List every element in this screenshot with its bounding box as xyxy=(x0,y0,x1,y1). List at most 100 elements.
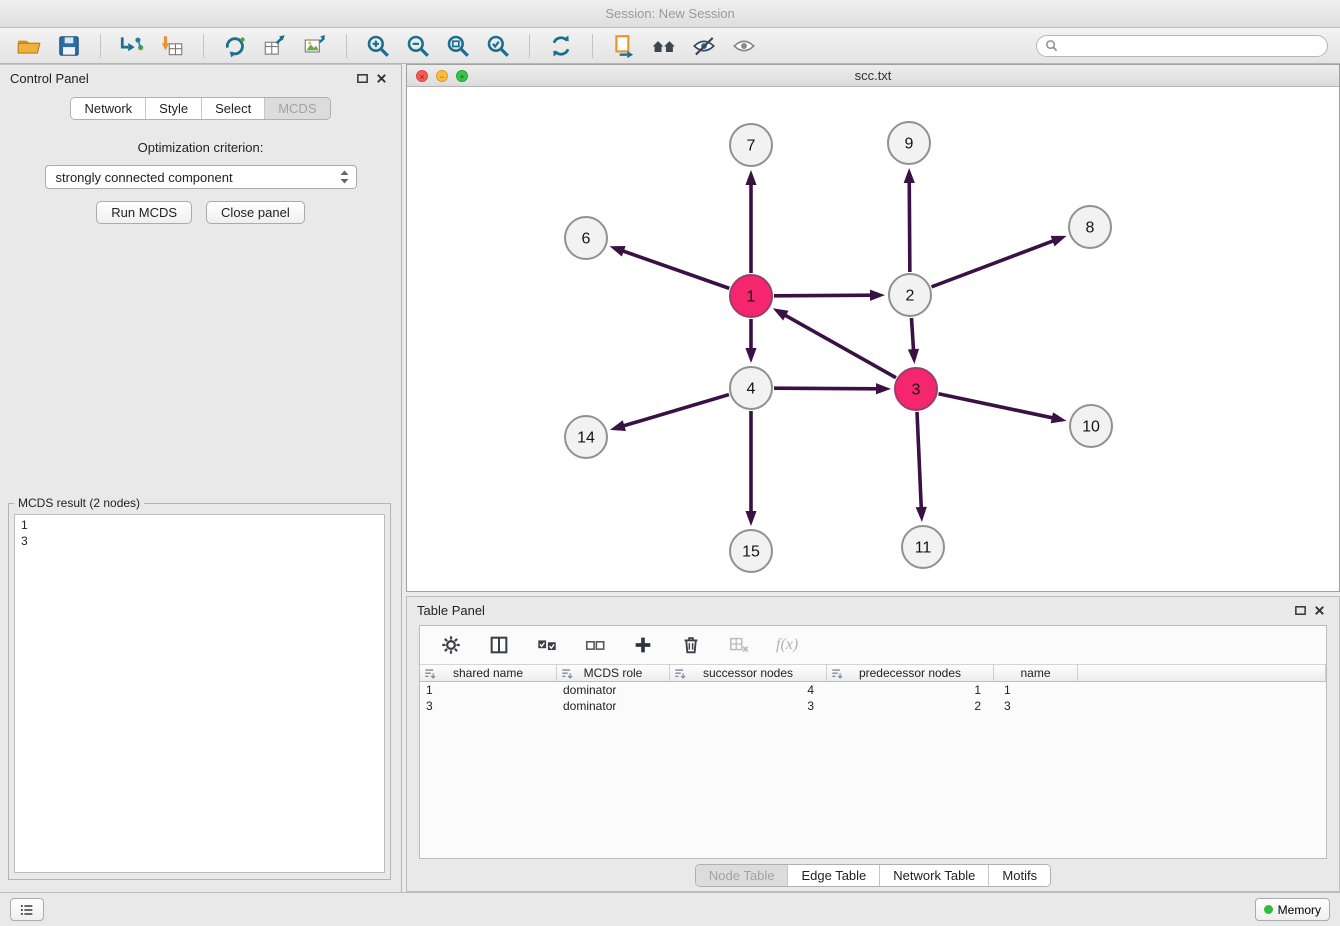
import-table-icon xyxy=(159,33,185,59)
tab-motifs[interactable]: Motifs xyxy=(989,865,1050,886)
column-header-mcds-role[interactable]: MCDS role xyxy=(557,664,670,682)
column-header-successor-nodes[interactable]: successor nodes xyxy=(670,664,827,682)
minimize-window-button[interactable]: − xyxy=(436,70,448,82)
graph-edge-2-9[interactable] xyxy=(909,179,910,272)
graph-edge-1-2[interactable] xyxy=(774,295,874,296)
new-network-button[interactable] xyxy=(218,30,252,62)
open-browser-button[interactable] xyxy=(647,30,681,62)
eye-icon xyxy=(731,33,757,59)
table-header-row: shared name MCDS role successor nodes pr… xyxy=(420,664,1326,682)
graph-arrowhead xyxy=(745,170,756,185)
network-canvas[interactable]: 1234678910111415 xyxy=(407,87,1339,591)
clone-network-icon xyxy=(611,33,637,59)
graph-edge-4-14[interactable] xyxy=(621,395,729,427)
open-session-button[interactable] xyxy=(12,30,46,62)
refresh-layout-button[interactable] xyxy=(544,30,578,62)
sort-icon xyxy=(830,667,844,681)
trash-icon xyxy=(680,634,702,656)
network-graph[interactable]: 1234678910111415 xyxy=(407,87,1339,591)
memory-status-dot xyxy=(1264,905,1273,914)
zoom-fit-button[interactable] xyxy=(441,30,475,62)
graph-node-label: 1 xyxy=(747,289,756,306)
float-panel-button[interactable] xyxy=(353,71,372,86)
graph-edge-3-10[interactable] xyxy=(939,394,1056,419)
task-history-button[interactable] xyxy=(10,898,44,921)
delete-table-icon xyxy=(728,634,750,656)
import-table-button[interactable] xyxy=(155,30,189,62)
close-panel-button[interactable] xyxy=(372,71,391,86)
float-table-panel-button[interactable] xyxy=(1291,603,1310,618)
cell-successor-nodes: 4 xyxy=(670,682,827,698)
export-image-icon xyxy=(302,33,328,59)
import-network-icon xyxy=(119,33,145,59)
control-panel: Control Panel Network Style Select MCDS … xyxy=(0,64,402,892)
save-session-button[interactable] xyxy=(52,30,86,62)
close-window-button[interactable]: × xyxy=(416,70,428,82)
clone-network-button[interactable] xyxy=(607,30,641,62)
show-column-button[interactable] xyxy=(484,629,514,661)
save-icon xyxy=(56,33,82,59)
zoom-out-icon xyxy=(405,33,431,59)
mcds-result-list[interactable]: 1 3 xyxy=(14,514,385,873)
function-builder-button[interactable]: f(x) xyxy=(772,629,802,661)
sort-icon xyxy=(560,667,574,681)
graph-edge-3-1[interactable] xyxy=(782,314,896,378)
table-panel-tabs: Node Table Edge Table Network Table Moti… xyxy=(695,864,1051,887)
network-window-title: scc.txt xyxy=(855,68,892,83)
delete-column-button[interactable] xyxy=(676,629,706,661)
zoom-out-button[interactable] xyxy=(401,30,435,62)
delete-table-button[interactable] xyxy=(724,629,754,661)
graph-edge-3-11[interactable] xyxy=(917,412,921,511)
import-network-button[interactable] xyxy=(115,30,149,62)
hide-graphics-details-button[interactable] xyxy=(687,30,721,62)
zoom-in-button[interactable] xyxy=(361,30,395,62)
tab-network[interactable]: Network xyxy=(71,98,146,119)
table-row[interactable]: 3 dominator 3 2 3 xyxy=(420,698,1326,714)
control-panel-title: Control Panel xyxy=(10,71,353,86)
export-image-button[interactable] xyxy=(298,30,332,62)
close-panel-action-button[interactable]: Close panel xyxy=(206,201,305,224)
table-row[interactable]: 1 dominator 4 1 1 xyxy=(420,682,1326,698)
optimization-criterion-select[interactable]: strongly connected component xyxy=(45,165,357,189)
tab-mcds[interactable]: MCDS xyxy=(265,98,329,119)
column-header-shared-name[interactable]: shared name xyxy=(420,664,557,682)
tab-edge-table[interactable]: Edge Table xyxy=(788,865,880,886)
close-table-panel-button[interactable] xyxy=(1310,603,1329,618)
graph-node-label: 9 xyxy=(905,136,914,153)
tab-select[interactable]: Select xyxy=(202,98,265,119)
column-header-name[interactable]: name xyxy=(994,664,1078,682)
column-header-predecessor-nodes[interactable]: predecessor nodes xyxy=(827,664,994,682)
dropdown-stepper-icon xyxy=(338,169,351,185)
cell-predecessor-nodes: 1 xyxy=(827,682,994,698)
mcds-result-line: 3 xyxy=(21,533,378,549)
graph-edge-2-8[interactable] xyxy=(932,240,1057,287)
tab-style[interactable]: Style xyxy=(146,98,202,119)
cell-predecessor-nodes: 2 xyxy=(827,698,994,714)
mcds-result-group: MCDS result (2 nodes) 1 3 xyxy=(8,496,391,880)
zoom-selected-button[interactable] xyxy=(481,30,515,62)
table-settings-button[interactable] xyxy=(436,629,466,661)
status-bar: Memory xyxy=(0,892,1340,926)
search-input[interactable] xyxy=(1062,38,1319,54)
create-column-button[interactable] xyxy=(628,629,658,661)
maximize-window-button[interactable]: + xyxy=(456,70,468,82)
eye-slash-icon xyxy=(691,33,717,59)
select-all-rows-button[interactable] xyxy=(532,629,562,661)
tab-node-table[interactable]: Node Table xyxy=(696,865,789,886)
gear-icon xyxy=(440,634,462,656)
run-mcds-button[interactable]: Run MCDS xyxy=(96,201,192,224)
memory-button[interactable]: Memory xyxy=(1255,898,1330,921)
deselect-all-icon xyxy=(584,634,606,656)
cell-successor-nodes: 3 xyxy=(670,698,827,714)
graph-arrowhead xyxy=(773,308,789,320)
graph-node-label: 2 xyxy=(906,288,915,305)
show-graphics-details-button[interactable] xyxy=(727,30,761,62)
node-table-container: f(x) shared name MCDS role successor nod… xyxy=(419,625,1327,859)
graph-edge-2-3[interactable] xyxy=(911,318,913,353)
graph-edge-4-3[interactable] xyxy=(774,388,880,389)
tab-network-table[interactable]: Network Table xyxy=(880,865,989,886)
graph-edge-1-6[interactable] xyxy=(620,250,729,288)
attach-table-button[interactable] xyxy=(258,30,292,62)
deselect-all-rows-button[interactable] xyxy=(580,629,610,661)
search-box[interactable] xyxy=(1036,35,1328,57)
